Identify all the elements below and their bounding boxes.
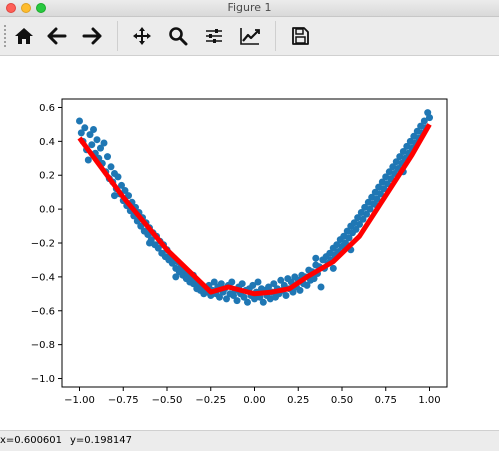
scatter-point xyxy=(84,156,92,164)
window-title: Figure 1 xyxy=(227,1,272,14)
title-bar: Figure 1 xyxy=(0,0,499,17)
save-icon xyxy=(292,27,309,45)
scatter-point xyxy=(317,283,325,291)
scatter-point xyxy=(259,298,267,306)
back-arrow-icon xyxy=(47,27,67,45)
y-tick-label: −0.4 xyxy=(31,272,55,283)
y-tick-label: 0.2 xyxy=(39,171,55,182)
scatter-point xyxy=(296,286,304,294)
save-button[interactable] xyxy=(285,21,315,51)
x-tick-label: −0.25 xyxy=(195,395,226,406)
scatter-point xyxy=(244,298,251,306)
scatter-point xyxy=(100,139,108,147)
scatter-point xyxy=(146,239,153,247)
scatter-point xyxy=(114,173,122,181)
pan-button[interactable] xyxy=(127,21,157,51)
y-tick-label: 0.6 xyxy=(39,103,55,114)
y-tick-label: −0.2 xyxy=(31,239,55,250)
forward-button[interactable] xyxy=(77,21,107,51)
scatter-point xyxy=(312,254,320,262)
home-icon xyxy=(15,28,33,44)
toolbar-grip[interactable] xyxy=(3,24,7,48)
x-tick-label: 0.00 xyxy=(243,395,265,406)
scatter-point xyxy=(329,264,337,272)
scatter-point xyxy=(111,192,118,200)
scatter-point xyxy=(93,136,101,144)
scatter-point xyxy=(107,163,115,171)
cursor-x-readout: x=0.600601 xyxy=(0,435,63,446)
axes-frame xyxy=(61,98,448,388)
edit-axis-button[interactable] xyxy=(235,21,265,51)
x-tick-label: −0.75 xyxy=(108,395,139,406)
scatter-point xyxy=(172,273,180,281)
chart-svg[interactable]: −1.00 −0.75 −0.50 −0.25 0.00 0.25 0.50 0.75 1.00… xyxy=(0,56,499,430)
x-tick-label: 0.75 xyxy=(375,395,397,406)
edit-axis-icon xyxy=(240,28,260,45)
scatter-point xyxy=(90,126,97,133)
scatter-point xyxy=(233,297,241,305)
scatter-point xyxy=(238,280,246,288)
configure-subplots-icon xyxy=(206,29,222,43)
status-bar: x=0.600601 y=0.198147 xyxy=(0,430,499,451)
cursor-y-readout: y=0.198147 xyxy=(70,435,133,446)
x-tick-label: 1.00 xyxy=(418,395,440,406)
y-tick-label: 0.0 xyxy=(39,205,55,216)
toolbar-separator xyxy=(275,21,276,51)
x-tick-label: −1.00 xyxy=(64,395,95,406)
plot-canvas[interactable]: −1.00 −0.75 −0.50 −0.25 0.00 0.25 0.50 0.75 1.00… xyxy=(0,56,499,430)
toolbar-separator xyxy=(117,21,118,51)
fit-line xyxy=(77,123,432,297)
x-tick-label: 0.25 xyxy=(287,395,309,406)
y-tick-label: 0.4 xyxy=(39,137,55,148)
scatter-point xyxy=(76,117,83,125)
navigation-toolbar xyxy=(0,17,499,56)
y-tick-label: −0.8 xyxy=(31,340,55,351)
scatter-point xyxy=(104,153,111,161)
scatter-point xyxy=(426,114,433,122)
scatter-point xyxy=(228,278,236,286)
zoom-icon xyxy=(169,27,188,46)
y-tick-label: −0.6 xyxy=(31,306,55,317)
scatter-point xyxy=(81,124,89,132)
scatter-point xyxy=(282,292,290,299)
forward-arrow-icon xyxy=(82,27,102,45)
scatter-point xyxy=(254,278,262,286)
home-button[interactable] xyxy=(9,21,39,51)
back-button[interactable] xyxy=(42,21,72,51)
x-tick-label: −0.50 xyxy=(152,395,183,406)
x-tick-label: 0.50 xyxy=(331,395,353,406)
zoom-button[interactable] xyxy=(163,21,193,51)
figure-window: Figure 1 −1.00 −0.75 −0.50 −0.25 0.00 0.… xyxy=(0,0,499,451)
y-tick-label: −1.0 xyxy=(31,374,55,385)
configure-subplots-button[interactable] xyxy=(199,21,229,51)
pan-icon xyxy=(133,27,151,45)
